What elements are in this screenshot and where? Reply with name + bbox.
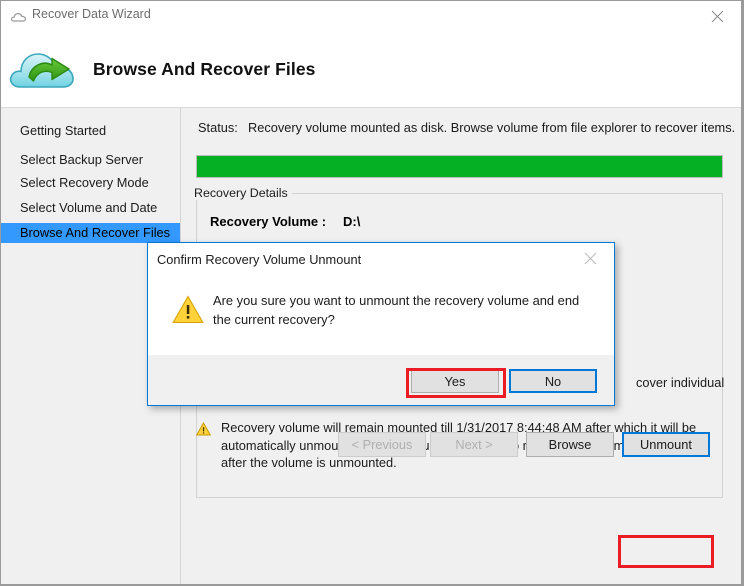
recover-data-wizard-window: Recover Data Wizard Browse And Recover F… [0, 0, 744, 586]
page-title: Browse And Recover Files [93, 59, 316, 79]
recovery-volume-value: D:\ [343, 214, 361, 229]
recovery-progress-bar [196, 155, 723, 178]
recovery-details-legend: Recovery Details [190, 186, 292, 200]
browse-button[interactable]: Browse [526, 432, 614, 457]
next-button[interactable]: Next > [430, 432, 518, 457]
sidebar-item-select-recovery-mode[interactable]: Select Recovery Mode [1, 173, 180, 193]
unmount-button[interactable]: Unmount [622, 432, 710, 457]
confirm-unmount-dialog: Confirm Recovery Volume Unmount Are you … [147, 242, 615, 406]
dialog-message: Are you sure you want to unmount the rec… [213, 293, 580, 327]
obscured-hint-text: cover individual [636, 375, 725, 390]
window-titlebar: Recover Data Wizard [1, 1, 741, 31]
status-text: Recovery volume mounted as disk. Browse … [248, 120, 736, 135]
close-icon[interactable] [696, 1, 741, 30]
no-button[interactable]: No [509, 369, 597, 393]
dialog-body: Are you sure you want to unmount the rec… [148, 271, 614, 355]
dialog-close-icon[interactable] [569, 243, 614, 271]
warning-triangle-icon [195, 421, 212, 436]
dialog-title: Confirm Recovery Volume Unmount [157, 252, 362, 267]
recovery-volume-label: Recovery Volume : [210, 214, 327, 229]
sidebar-item-select-volume-and-date[interactable]: Select Volume and Date [1, 198, 180, 218]
dialog-footer: Yes No [148, 355, 614, 405]
page-header: Browse And Recover Files [1, 31, 741, 108]
status-label: Status: [198, 120, 238, 135]
cloud-restore-icon [7, 43, 79, 95]
sidebar-item-getting-started[interactable]: Getting Started [1, 121, 180, 141]
yes-button[interactable]: Yes [411, 369, 499, 393]
progress-bar-fill [197, 156, 722, 177]
sidebar-item-select-backup-server[interactable]: Select Backup Server [1, 150, 180, 170]
warning-triangle-icon [172, 295, 204, 324]
sidebar-item-browse-and-recover-files[interactable]: Browse And Recover Files [1, 223, 180, 243]
previous-button[interactable]: < Previous [338, 432, 426, 457]
window-title: Recover Data Wizard [32, 7, 151, 21]
cloud-icon [10, 10, 27, 23]
